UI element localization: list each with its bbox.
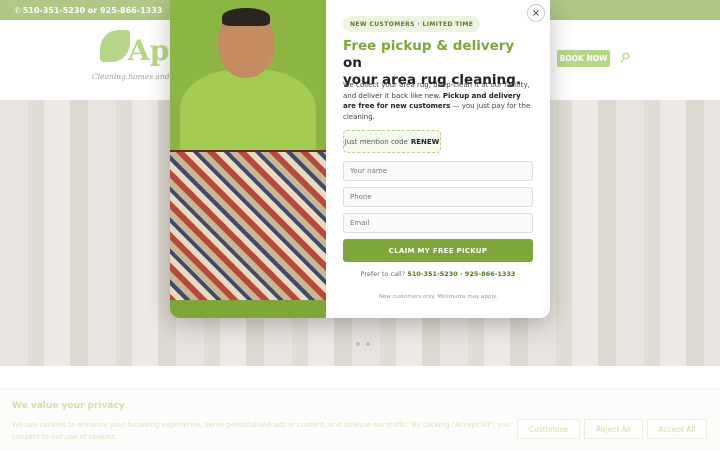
fine-print: New customers only. Minimums may apply.: [378, 294, 498, 300]
held-rug: [170, 152, 326, 302]
call-prefix: Prefer to call?: [360, 270, 408, 278]
person-hair: [222, 8, 270, 26]
name-field[interactable]: Your name: [343, 161, 533, 181]
call-numbers[interactable]: 510-351-5230 · 925-866-1333: [407, 270, 515, 278]
headline-part-1: on: [343, 55, 362, 71]
phone-field[interactable]: Phone: [343, 187, 533, 207]
modal-description: We collect your area rug, deep-clean it …: [343, 80, 535, 122]
call-line: Prefer to call? 510-351-5230 · 925-866-1…: [343, 270, 533, 278]
close-modal-button[interactable]: ×: [527, 4, 545, 22]
email-field[interactable]: Email: [343, 213, 533, 233]
claim-pickup-button[interactable]: CLAIM MY FREE PICKUP: [343, 239, 533, 262]
promo-modal: NEW CUSTOMERS · LIMITED TIME Free pickup…: [170, 0, 550, 318]
code-prefix: Just mention code: [344, 137, 408, 146]
limited-time-badge: NEW CUSTOMERS · LIMITED TIME: [343, 16, 481, 32]
headline-highlight: Free pickup & delivery: [343, 38, 515, 54]
promo-code-box: Just mention code RENEW: [343, 130, 441, 153]
technician-photo: [170, 0, 326, 318]
promo-code: RENEW: [410, 137, 440, 146]
photo-base: [170, 300, 326, 318]
